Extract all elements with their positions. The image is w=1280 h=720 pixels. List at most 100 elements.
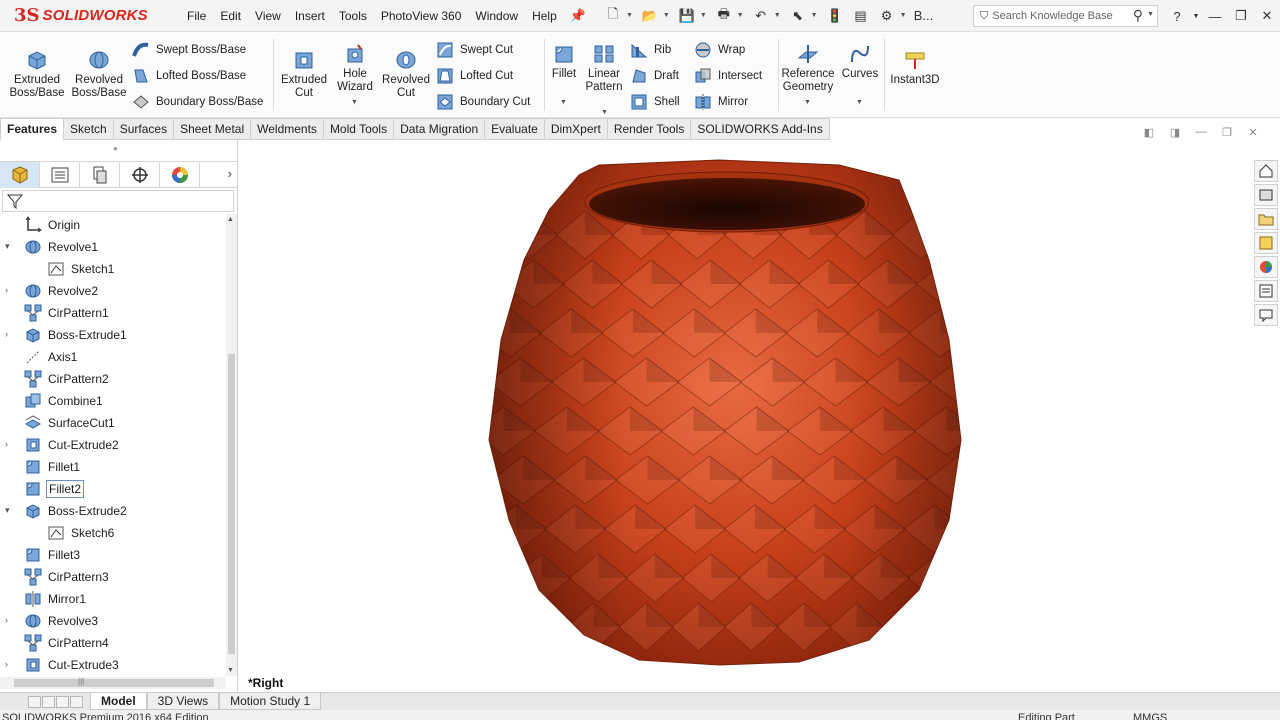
menu-tools[interactable]: Tools — [332, 9, 374, 23]
search-icon[interactable]: ⚲ — [1133, 7, 1143, 24]
open-icon[interactable]: 📂 — [637, 5, 663, 27]
viewport-close-icon[interactable]: ✕ — [1240, 126, 1266, 139]
feature-tree-item[interactable]: › Cut-Extrude3 — [0, 654, 226, 676]
new-dropdown-icon[interactable]: ▼ — [626, 12, 633, 19]
tab-dimxpert[interactable]: DimXpert — [544, 118, 608, 140]
feature-tree-item[interactable]: Fillet1 — [0, 456, 226, 478]
reference-geometry-button[interactable]: Reference Geometry — [780, 43, 836, 94]
expand-icon[interactable]: › — [5, 659, 15, 669]
select-icon[interactable]: ⬉ — [785, 5, 811, 27]
feature-tree-item[interactable]: ▾ Boss-Extrude2 — [0, 500, 226, 522]
scroll-thumb[interactable] — [228, 354, 235, 654]
collapse-icon[interactable]: ▾ — [5, 505, 15, 516]
file-properties-icon[interactable]: ▤ — [848, 5, 874, 27]
tab-surfaces[interactable]: Surfaces — [113, 118, 175, 140]
feature-tree-item[interactable]: Sketch1 — [0, 258, 226, 280]
lofted-cut-button[interactable]: Lofted Cut — [436, 65, 513, 87]
tab-features[interactable]: Features — [0, 118, 65, 140]
view-palette-icon[interactable] — [1254, 232, 1278, 254]
feature-tree-item[interactable]: Sketch6 — [0, 522, 226, 544]
bottom-tab-motion-study-1[interactable]: Motion Study 1 — [219, 693, 322, 710]
expand-icon[interactable]: › — [5, 329, 15, 339]
property-manager-tab[interactable] — [40, 162, 80, 188]
help-icon[interactable]: ? — [1164, 9, 1190, 24]
previous-tab-icon[interactable] — [42, 695, 55, 708]
feature-tree-item[interactable]: Fillet2 — [0, 478, 226, 500]
feature-tree-item[interactable]: Origin — [0, 214, 226, 236]
solidworks-logo[interactable]: 3S SOLIDWORKS — [0, 5, 180, 26]
extruded-boss-button[interactable]: Extruded Boss/Base — [8, 49, 66, 100]
hole-wizard-dropdown-icon[interactable]: ▼ — [351, 99, 358, 106]
menu-photoview-360[interactable]: PhotoView 360 — [374, 9, 469, 23]
solidworks-resources-icon[interactable] — [1254, 160, 1278, 182]
feature-manager-tab[interactable] — [0, 162, 40, 188]
feature-tree-item[interactable]: CirPattern3 — [0, 566, 226, 588]
feature-tree-item[interactable]: › Revolve3 — [0, 610, 226, 632]
intersect-button[interactable]: Intersect — [694, 65, 762, 87]
minimize-icon[interactable]: — — [1202, 9, 1228, 24]
feature-tree-item[interactable]: Mirror1 — [0, 588, 226, 610]
panel-grip-icon[interactable]: ● — [113, 144, 118, 153]
scroll-up-icon[interactable]: ▲ — [227, 216, 234, 223]
feature-tree-item[interactable]: CirPattern1 — [0, 302, 226, 324]
rebuild-icon[interactable]: 🚦 — [822, 5, 848, 27]
scroll-down-icon[interactable]: ▼ — [227, 667, 234, 674]
feature-tree-item[interactable]: Combine1 — [0, 390, 226, 412]
feature-tree-item[interactable]: ▾ Revolve1 — [0, 236, 226, 258]
tab-mold-tools[interactable]: Mold Tools — [323, 118, 395, 140]
next-view-icon[interactable]: ◨ — [1162, 126, 1188, 139]
menu-window[interactable]: Window — [468, 9, 525, 23]
boundary-boss-button[interactable]: Boundary Boss/Base — [132, 91, 263, 113]
bottom-tab-3d-views[interactable]: 3D Views — [146, 693, 220, 710]
tree-horizontal-scrollbar[interactable]: ||| — [0, 677, 226, 689]
viewport-minimize-icon[interactable]: — — [1188, 126, 1214, 139]
search-input[interactable]: Search Knowledge Base — [992, 10, 1112, 22]
menu-edit[interactable]: Edit — [213, 9, 248, 23]
collapse-icon[interactable]: ▾ — [5, 241, 15, 252]
graphics-area[interactable] — [239, 140, 1253, 692]
reference-geometry-dropdown-icon[interactable]: ▼ — [804, 99, 811, 106]
curves-button[interactable]: Curves — [840, 43, 880, 81]
undo-icon[interactable]: ↶ — [748, 5, 774, 27]
menu-file[interactable]: File — [180, 9, 213, 23]
feature-tree-item[interactable]: Fillet3 — [0, 544, 226, 566]
menu-help[interactable]: Help — [525, 9, 564, 23]
tab-weldments[interactable]: Weldments — [251, 118, 324, 140]
restore-icon[interactable]: ❐ — [1228, 8, 1254, 24]
swept-cut-button[interactable]: Swept Cut — [436, 39, 513, 61]
feature-tree-item[interactable]: SurfaceCut1 — [0, 412, 226, 434]
search-dropdown-icon[interactable]: ▼ — [1147, 11, 1154, 18]
file-explorer-icon[interactable] — [1254, 208, 1278, 230]
revolved-boss-button[interactable]: Revolved Boss/Base — [70, 49, 128, 100]
next-tab-icon[interactable] — [56, 695, 69, 708]
custom-properties-icon[interactable] — [1254, 280, 1278, 302]
vase-model[interactable] — [239, 140, 1253, 692]
help-dropdown-icon[interactable]: ▼ — [1190, 13, 1202, 20]
viewport-restore-icon[interactable]: ❐ — [1214, 126, 1240, 139]
menu-insert[interactable]: Insert — [288, 9, 332, 23]
instant3d-button[interactable]: Instant3D — [888, 49, 942, 87]
more-tabs-icon[interactable]: › — [228, 166, 232, 181]
curves-dropdown-icon[interactable]: ▼ — [856, 99, 863, 106]
tab-solidworks-add-ins[interactable]: SOLIDWORKS Add-Ins — [691, 118, 830, 140]
feature-tree-item[interactable]: CirPattern4 — [0, 632, 226, 654]
swept-boss-button[interactable]: Swept Boss/Base — [132, 39, 246, 61]
display-manager-tab[interactable] — [160, 162, 200, 188]
document-name-truncated[interactable]: B... — [911, 5, 937, 27]
options-dropdown-icon[interactable]: ▼ — [900, 12, 907, 19]
feature-tree-item[interactable]: CirPattern2 — [0, 368, 226, 390]
previous-view-icon[interactable]: ◧ — [1136, 126, 1162, 139]
tab-sketch[interactable]: Sketch — [64, 118, 114, 140]
print-icon[interactable]: 🖶 — [711, 5, 737, 27]
menu-view[interactable]: View — [248, 9, 288, 23]
forum-icon[interactable] — [1254, 304, 1278, 326]
tab-data-migration[interactable]: Data Migration — [394, 118, 486, 140]
rib-button[interactable]: Rib — [630, 39, 671, 61]
search-box[interactable]: ⛉ Search Knowledge Base ⚲ ▼ — [973, 5, 1158, 27]
feature-tree-item[interactable]: › Boss-Extrude1 — [0, 324, 226, 346]
dimxpert-manager-tab[interactable] — [120, 162, 160, 188]
extruded-cut-button[interactable]: Extruded Cut — [278, 49, 330, 100]
horizontal-scroll-thumb[interactable] — [14, 679, 214, 687]
pin-icon[interactable]: 📌 — [570, 8, 586, 24]
revolved-cut-button[interactable]: Revolved Cut — [380, 49, 432, 100]
